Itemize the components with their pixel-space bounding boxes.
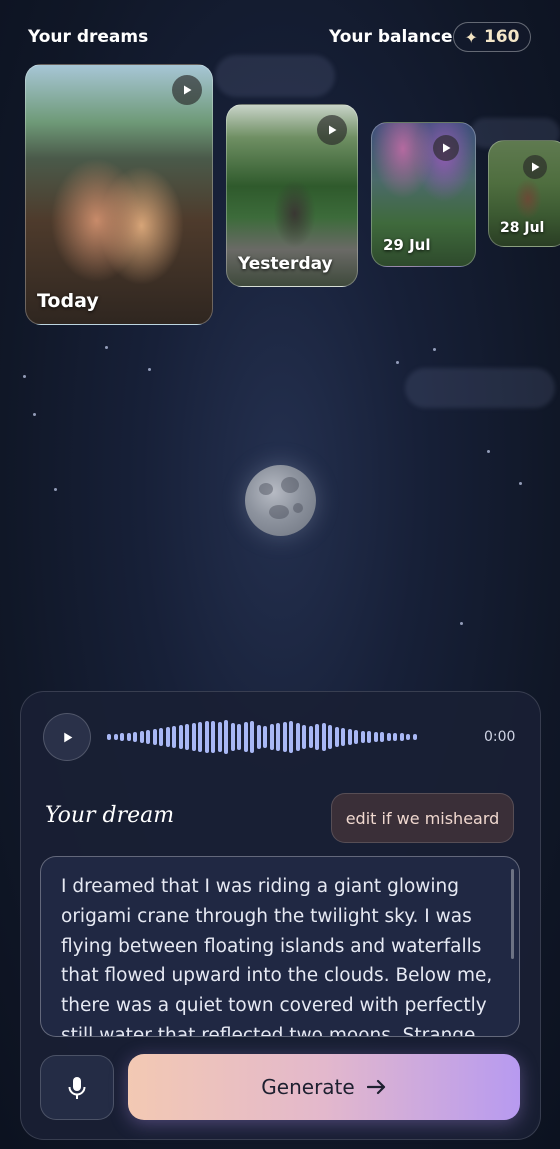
star bbox=[33, 413, 36, 416]
dream-section-title: Your dream bbox=[45, 803, 175, 828]
waveform-bar bbox=[107, 734, 111, 740]
waveform-bar bbox=[386, 733, 391, 741]
waveform-bar bbox=[211, 721, 215, 753]
waveform-bar bbox=[399, 733, 404, 741]
waveform-bar bbox=[113, 734, 118, 740]
audio-time: 0:00 bbox=[484, 729, 516, 745]
waveform-bar bbox=[328, 725, 332, 749]
generate-label: Generate bbox=[261, 1075, 355, 1099]
play-icon bbox=[63, 732, 72, 742]
waveform-bar bbox=[347, 729, 352, 745]
waveform-bar bbox=[295, 723, 300, 751]
waveform-bar bbox=[230, 723, 235, 751]
waveform-bar bbox=[191, 723, 196, 751]
dream-date-label: 29 Jul bbox=[383, 236, 431, 254]
cloud bbox=[215, 55, 335, 97]
waveform-bar bbox=[302, 725, 306, 749]
waveform-bar bbox=[367, 731, 371, 743]
play-icon bbox=[443, 143, 451, 153]
star bbox=[54, 488, 57, 491]
waveform-bar bbox=[133, 732, 137, 742]
arrow-right-icon bbox=[366, 1079, 385, 1095]
waveform-bar bbox=[360, 731, 365, 743]
waveform-bar bbox=[237, 724, 241, 750]
star bbox=[433, 348, 436, 351]
dream-text-field[interactable]: I dreamed that I was riding a giant glow… bbox=[40, 856, 520, 1037]
waveform-bar bbox=[159, 728, 163, 746]
dream-date-label: 28 Jul bbox=[500, 220, 545, 236]
waveform-bar bbox=[152, 729, 157, 745]
dream-card-yesterday[interactable]: Yesterday bbox=[226, 104, 358, 287]
waveform-bar bbox=[393, 733, 397, 741]
play-icon bbox=[329, 125, 337, 135]
dream-card-today[interactable]: Today bbox=[25, 64, 213, 325]
moon-illustration bbox=[245, 465, 316, 536]
edit-transcript-button[interactable]: edit if we misheard bbox=[331, 793, 514, 843]
dream-card-28-jul[interactable]: 28 Jul bbox=[488, 140, 560, 247]
star bbox=[460, 622, 463, 625]
waveform-bar bbox=[256, 725, 261, 749]
waveform-bar bbox=[204, 721, 209, 753]
dream-date-label: Yesterday bbox=[238, 254, 333, 274]
waveform-bar bbox=[282, 722, 287, 752]
waveform-bar bbox=[341, 728, 345, 746]
play-button[interactable] bbox=[317, 115, 347, 145]
star bbox=[487, 450, 490, 453]
waveform-bar bbox=[354, 730, 358, 744]
page-title: Your dreams bbox=[28, 27, 149, 47]
waveform-bar bbox=[380, 732, 384, 742]
waveform-bar bbox=[334, 727, 339, 747]
scrollbar[interactable] bbox=[511, 869, 514, 959]
waveform-bar bbox=[120, 733, 124, 741]
waveform-bar bbox=[217, 722, 222, 752]
waveform-bar bbox=[321, 723, 326, 751]
waveform-bar bbox=[185, 724, 189, 750]
microphone-button[interactable] bbox=[40, 1055, 114, 1120]
waveform-bar bbox=[250, 721, 254, 753]
waveform-bar bbox=[263, 726, 267, 748]
star bbox=[148, 368, 151, 371]
waveform-bar bbox=[139, 731, 144, 743]
waveform-bar bbox=[224, 720, 228, 754]
play-button[interactable] bbox=[172, 75, 202, 105]
play-icon bbox=[532, 162, 540, 172]
sparkle-icon: ✦ bbox=[464, 27, 478, 47]
waveform-bar bbox=[373, 732, 378, 742]
play-icon bbox=[184, 85, 192, 95]
waveform-bar bbox=[308, 726, 313, 748]
waveform-bar bbox=[198, 722, 202, 752]
waveform-bar bbox=[126, 733, 131, 741]
waveform-bar bbox=[172, 726, 176, 748]
balance-value: 160 bbox=[483, 27, 520, 47]
waveform-bar bbox=[165, 727, 170, 747]
waveform-bar bbox=[406, 734, 410, 740]
waveform-bar bbox=[243, 722, 248, 752]
dream-card-29-jul[interactable]: 29 Jul bbox=[371, 122, 476, 267]
play-button[interactable] bbox=[433, 135, 459, 161]
balance-label: Your balance bbox=[329, 27, 453, 47]
waveform-bar bbox=[412, 734, 417, 740]
waveform-bar bbox=[276, 723, 280, 751]
waveform-bar bbox=[315, 724, 319, 750]
dream-date-label: Today bbox=[37, 290, 99, 312]
star bbox=[519, 482, 522, 485]
audio-waveform[interactable] bbox=[107, 718, 470, 756]
star bbox=[23, 375, 26, 378]
dream-text: I dreamed that I was riding a giant glow… bbox=[61, 876, 493, 1037]
balance-badge[interactable]: ✦ 160 bbox=[453, 22, 531, 52]
star bbox=[396, 361, 399, 364]
play-button[interactable] bbox=[523, 155, 547, 179]
waveform-bar bbox=[146, 730, 150, 744]
waveform-bar bbox=[289, 721, 293, 753]
cloud bbox=[405, 368, 555, 408]
waveform-bar bbox=[178, 725, 183, 749]
microphone-icon bbox=[68, 1076, 86, 1099]
generate-button[interactable]: Generate bbox=[128, 1054, 520, 1120]
waveform-bar bbox=[269, 724, 274, 750]
audio-play-button[interactable] bbox=[43, 713, 91, 761]
star bbox=[105, 346, 108, 349]
